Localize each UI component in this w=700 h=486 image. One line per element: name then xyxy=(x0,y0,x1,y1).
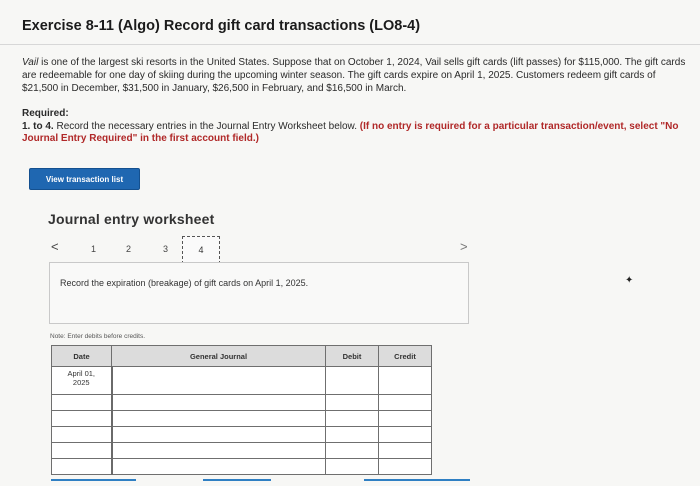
journal-row xyxy=(51,426,432,443)
step-tab-1[interactable]: 1 xyxy=(91,244,96,254)
required-lead: 1. to 4. xyxy=(22,120,54,132)
step-tab-4-active[interactable]: 4 xyxy=(182,236,220,264)
credit-header: Credit xyxy=(378,345,432,367)
journal-row xyxy=(51,458,432,475)
view-transaction-list-button[interactable]: View transaction list xyxy=(29,168,140,190)
debit-input[interactable] xyxy=(325,394,379,411)
debits-credits-note: Note: Enter debits before credits. xyxy=(50,333,146,340)
step-tab-3[interactable]: 3 xyxy=(163,244,168,254)
exercise-title: Exercise 8-11 (Algo) Record gift card tr… xyxy=(22,18,421,34)
instruction-box xyxy=(49,262,469,324)
credit-input[interactable] xyxy=(378,410,432,427)
worksheet-title: Journal entry worksheet xyxy=(48,211,215,227)
debit-input[interactable] xyxy=(325,458,379,475)
account-input[interactable] xyxy=(110,458,326,475)
credit-input[interactable] xyxy=(378,394,432,411)
problem-text: is one of the largest ski resorts in the… xyxy=(22,57,686,94)
required-text: Record the necessary entries in the Jour… xyxy=(53,120,360,132)
required-heading: Required: xyxy=(22,108,69,119)
debit-input[interactable] xyxy=(325,442,379,459)
clear-entry-button-edge[interactable] xyxy=(203,479,271,481)
date-header: Date xyxy=(51,345,112,367)
debit-input[interactable] xyxy=(325,410,379,427)
mouse-cursor-icon: ✦ xyxy=(625,275,634,286)
step-tab-2[interactable]: 2 xyxy=(126,244,131,254)
instruction-text: Record the expiration (breakage) of gift… xyxy=(60,278,309,288)
date-cell xyxy=(51,458,112,475)
journal-row xyxy=(51,442,432,459)
date-line-1: April 01, xyxy=(67,369,95,378)
general-journal-header: General Journal xyxy=(111,345,326,367)
required-section: Required: 1. to 4. Record the necessary … xyxy=(22,108,692,146)
credit-input[interactable] xyxy=(378,442,432,459)
journal-row: April 01, 2025 xyxy=(51,366,432,395)
record-entry-button-edge[interactable] xyxy=(51,479,136,481)
journal-row xyxy=(51,394,432,411)
date-cell xyxy=(51,442,112,459)
debit-header: Debit xyxy=(325,345,379,367)
prev-arrow-icon[interactable]: < xyxy=(51,239,59,254)
credit-input[interactable] xyxy=(378,458,432,475)
date-cell xyxy=(51,394,112,411)
view-general-journal-button-edge[interactable] xyxy=(364,479,470,481)
debit-input[interactable] xyxy=(325,366,379,395)
account-input[interactable] xyxy=(110,442,326,459)
journal-table: Date General Journal Debit Credit April … xyxy=(51,345,432,475)
date-line-2: 2025 xyxy=(72,378,90,387)
problem-statement: Vail is one of the largest ski resorts i… xyxy=(22,56,692,95)
account-input[interactable] xyxy=(110,366,326,395)
required-instruction: 1. to 4. Record the necessary entries in… xyxy=(22,121,692,146)
credit-input[interactable] xyxy=(378,426,432,443)
account-input[interactable] xyxy=(110,426,326,443)
date-cell xyxy=(51,426,112,443)
account-input[interactable] xyxy=(110,394,326,411)
account-input[interactable] xyxy=(110,410,326,427)
title-divider xyxy=(0,44,700,45)
debit-input[interactable] xyxy=(325,426,379,443)
date-cell xyxy=(51,410,112,427)
credit-input[interactable] xyxy=(378,366,432,395)
company-name: Vail xyxy=(22,57,39,68)
next-arrow-icon[interactable]: > xyxy=(460,239,468,254)
date-cell: April 01, 2025 xyxy=(51,366,112,395)
journal-row xyxy=(51,410,432,427)
journal-header-row: Date General Journal Debit Credit xyxy=(51,345,432,367)
